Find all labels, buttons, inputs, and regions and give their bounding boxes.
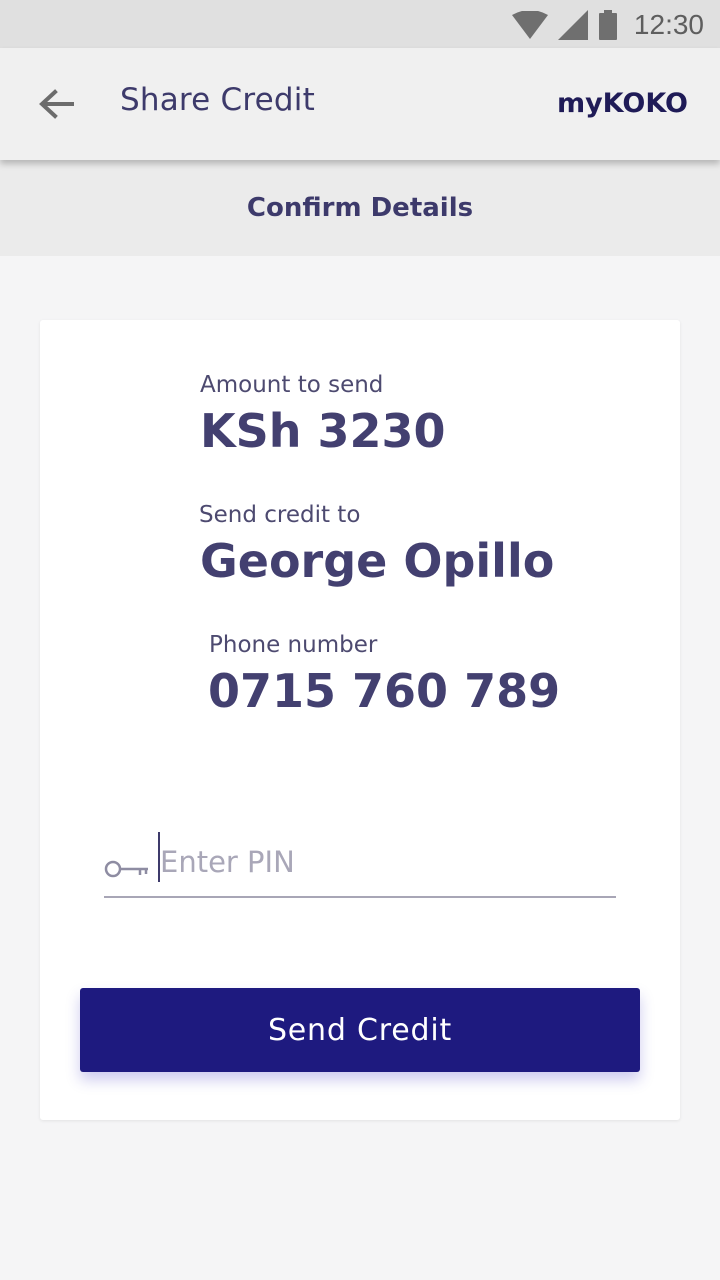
send-credit-button[interactable]: Send Credit — [80, 988, 640, 1072]
phone-label: Phone number — [209, 632, 378, 658]
arrow-left-icon[interactable] — [36, 84, 76, 124]
key-icon — [104, 860, 148, 878]
status-bar: 12:30 — [0, 0, 720, 48]
status-icons — [512, 10, 618, 40]
battery-icon — [599, 10, 617, 40]
status-time: 12:30 — [633, 9, 704, 40]
app-bar: Share Credit myKOKO — [0, 48, 720, 160]
phone-value: 0715 760 789 — [208, 664, 561, 718]
confirm-card: Amount to send KSh 3230 Send credit to G… — [40, 320, 680, 1120]
pin-field[interactable] — [104, 830, 616, 898]
page-title: Share Credit — [120, 82, 315, 118]
subheader: Confirm Details — [0, 160, 720, 256]
wifi-icon — [512, 11, 548, 39]
amount-label: Amount to send — [200, 372, 384, 398]
pin-input[interactable] — [160, 834, 610, 890]
subheader-title: Confirm Details — [246, 193, 474, 223]
signal-icon — [558, 10, 588, 40]
recipient-label: Send credit to — [199, 502, 361, 528]
recipient-value: George Opillo — [200, 534, 555, 588]
amount-value: KSh 3230 — [200, 404, 446, 458]
brand-logo: myKOKO — [556, 88, 688, 119]
